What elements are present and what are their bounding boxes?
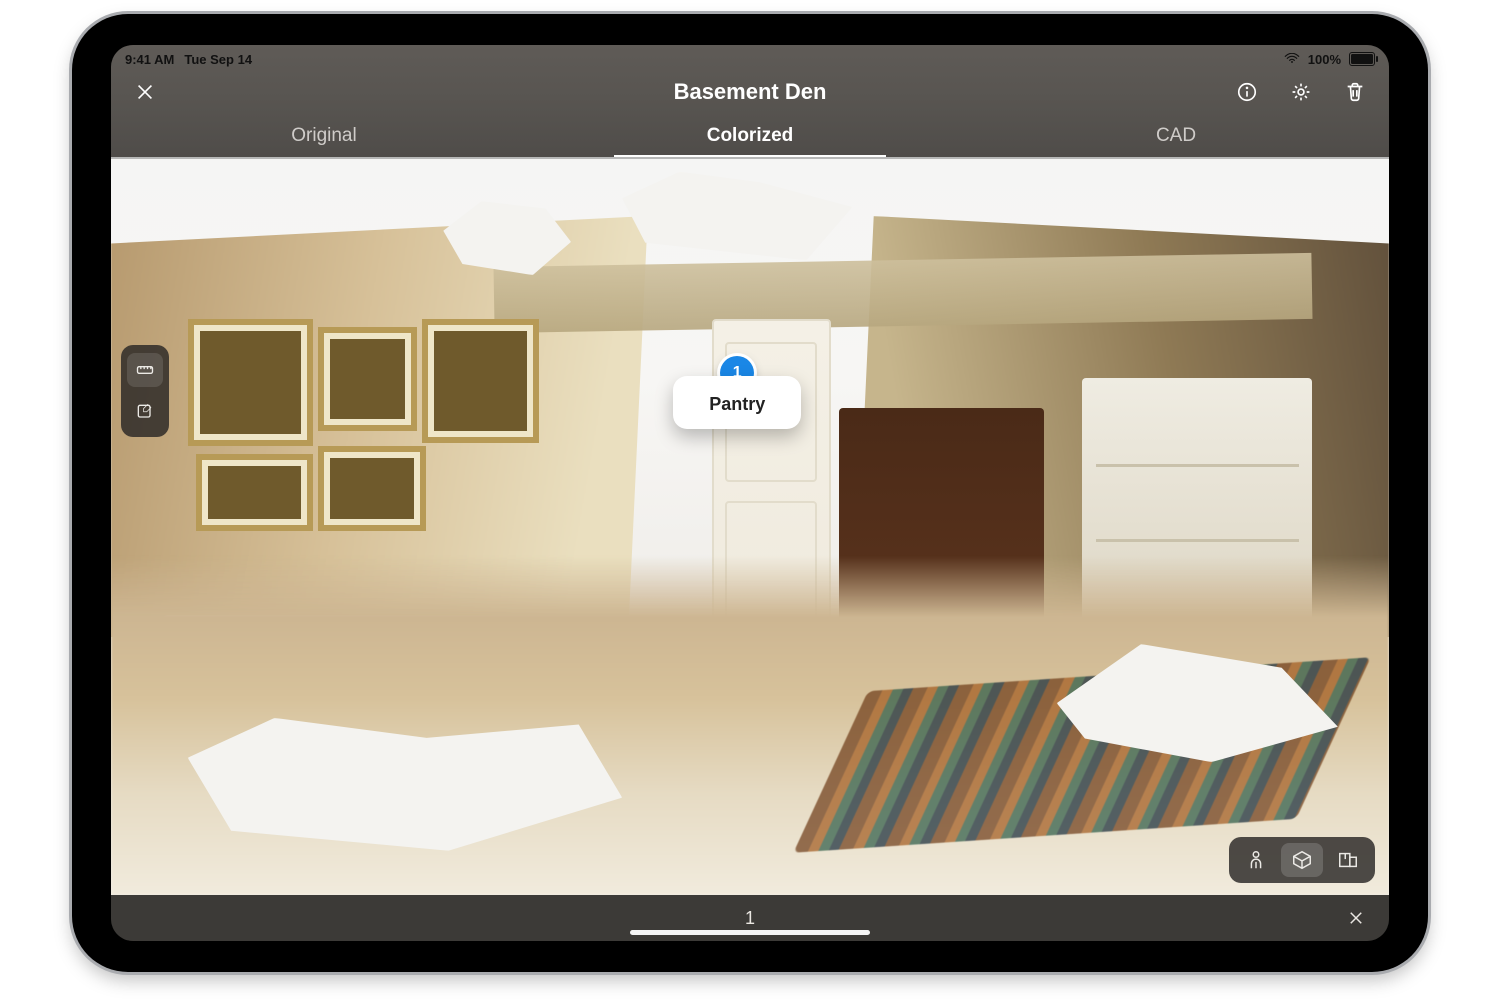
orbit-view-button[interactable] [1281,843,1323,877]
person-icon [1245,849,1267,871]
first-person-view-button[interactable] [1235,843,1277,877]
info-button[interactable] [1227,72,1267,112]
measure-tool-button[interactable] [127,353,163,387]
trash-icon [1344,81,1366,103]
left-tool-palette [121,345,169,437]
delete-button[interactable] [1335,72,1375,112]
ruler-icon [135,360,155,380]
view-tabs: Original Colorized CAD [111,115,1389,157]
floorplan-view-button[interactable] [1327,843,1369,877]
wifi-icon [1284,53,1300,65]
bottombar-close-button[interactable] [1341,903,1371,933]
compose-icon [135,402,155,422]
status-battery-pct: 100% [1308,52,1341,67]
tab-colorized[interactable]: Colorized [537,115,963,157]
home-indicator[interactable] [630,930,870,935]
tablet-frame: 9:41 AM Tue Sep 14 100% [72,14,1428,972]
tablet-bezel: 9:41 AM Tue Sep 14 100% [75,17,1425,969]
battery-icon [1349,52,1375,66]
status-time: 9:41 AM [125,52,174,67]
view-mode-switcher [1229,837,1375,883]
tab-original[interactable]: Original [111,115,537,157]
scan-scene [111,157,1389,895]
floorplan-icon [1337,849,1359,871]
gear-icon [1290,81,1312,103]
annotation-label[interactable]: Pantry [673,376,801,429]
cube-icon [1291,849,1313,871]
annotation-waypoint[interactable]: 1 Pantry [673,356,801,429]
edit-tool-button[interactable] [127,395,163,429]
status-bar: 9:41 AM Tue Sep 14 100% [111,45,1389,71]
screen: 9:41 AM Tue Sep 14 100% [111,45,1389,941]
tab-cad[interactable]: CAD [963,115,1389,157]
page-title: Basement Den [111,79,1389,105]
annotation-count: 1 [745,908,755,929]
info-icon [1236,81,1258,103]
close-icon [1347,909,1365,927]
settings-button[interactable] [1281,72,1321,112]
status-date: Tue Sep 14 [184,52,252,67]
scan-viewport[interactable]: 1 Pantry [111,157,1389,895]
